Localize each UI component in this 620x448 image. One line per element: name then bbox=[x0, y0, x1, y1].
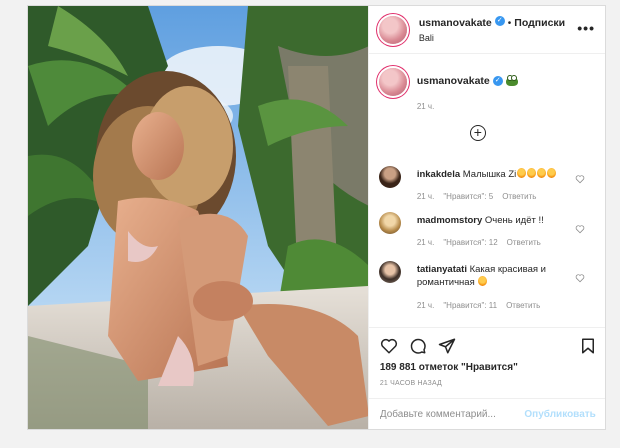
commenter-avatar[interactable] bbox=[378, 261, 401, 283]
author-info: usmanovakate ✓ • Подписки Bali bbox=[419, 15, 565, 45]
post-actions: 189 881 отметок "Нравится" 21 ЧАСОВ НАЗА… bbox=[368, 327, 605, 429]
comment-text: Очень идёт !! bbox=[484, 215, 544, 226]
comment-icon[interactable] bbox=[409, 337, 427, 355]
smile-emoji-icon bbox=[478, 276, 488, 286]
frog-emoji-icon bbox=[505, 74, 518, 86]
commenter-username[interactable]: inkakdela bbox=[417, 169, 460, 180]
reply-button[interactable]: Ответить bbox=[502, 192, 536, 201]
more-options-icon[interactable]: ••• bbox=[577, 20, 595, 36]
comment-time: 21 ч. bbox=[416, 238, 435, 247]
reply-button[interactable]: Ответить bbox=[506, 301, 540, 310]
caption-avatar[interactable] bbox=[378, 68, 407, 96]
author-username[interactable]: usmanovakate bbox=[419, 17, 492, 29]
author-avatar[interactable] bbox=[378, 15, 407, 44]
post-photo-image bbox=[28, 6, 368, 429]
reply-button[interactable]: Ответить bbox=[507, 238, 541, 247]
comment-likes[interactable]: "Нравится": 12 bbox=[443, 238, 497, 247]
like-count[interactable]: 189 881 отметок "Нравится" bbox=[380, 362, 518, 373]
add-comment-input[interactable] bbox=[379, 409, 520, 420]
post-photo[interactable] bbox=[28, 6, 368, 429]
comment-like-icon[interactable] bbox=[575, 224, 585, 234]
comment-body: tatianyatati Какая красивая и романтична… bbox=[417, 263, 577, 289]
comment-time: 21 ч. bbox=[416, 192, 435, 201]
add-comment-row: Опубликовать bbox=[368, 398, 605, 429]
verified-icon: ✓ bbox=[492, 76, 503, 87]
commenter-avatar[interactable] bbox=[378, 166, 401, 188]
comment-like-icon[interactable] bbox=[575, 174, 585, 184]
publish-button[interactable]: Опубликовать bbox=[524, 409, 595, 420]
fire-emoji-icon bbox=[547, 168, 557, 178]
post-header: usmanovakate ✓ • Подписки Bali ••• bbox=[368, 6, 605, 54]
fire-emoji-icon bbox=[517, 168, 527, 178]
separator-dot: • bbox=[507, 17, 512, 29]
comment-text: Малышка Zi bbox=[462, 169, 517, 180]
add-circle-icon[interactable]: + bbox=[469, 125, 486, 141]
commenter-username[interactable]: madmomstory bbox=[417, 215, 482, 226]
comment-body: madmomstory Очень идёт !! bbox=[417, 214, 577, 227]
caption-time: 21 ч. bbox=[416, 102, 435, 111]
comment-like-icon[interactable] bbox=[575, 273, 585, 283]
location-link[interactable]: Bali bbox=[419, 31, 565, 45]
verified-icon: ✓ bbox=[494, 16, 505, 27]
comment-body: inkakdela Малышка Zi bbox=[417, 168, 577, 181]
post-timestamp: 21 ЧАСОВ НАЗАД bbox=[379, 380, 442, 387]
instagram-post: usmanovakate ✓ • Подписки Bali ••• usmanova… bbox=[27, 5, 606, 430]
comment-meta: 21 ч. "Нравится": 5 Ответить bbox=[417, 192, 546, 201]
save-icon[interactable] bbox=[579, 337, 597, 355]
fire-emoji-icon bbox=[537, 168, 547, 178]
commenter-avatar[interactable] bbox=[378, 212, 401, 234]
share-icon[interactable] bbox=[438, 337, 456, 355]
comment-time: 21 ч. bbox=[416, 301, 435, 310]
caption-username: usmanovakate ✓ bbox=[417, 74, 518, 87]
comment-likes[interactable]: "Нравится": 5 bbox=[443, 192, 493, 201]
comment-meta: 21 ч. "Нравится": 12 Ответить bbox=[417, 238, 550, 247]
heart-icon[interactable] bbox=[380, 337, 398, 355]
caption-username-text[interactable]: usmanovakate bbox=[417, 75, 490, 87]
post-sidebar: usmanovakate ✓ • Подписки Bali ••• usmanova… bbox=[367, 6, 605, 429]
comment-meta: 21 ч. "Нравится": 11 Ответить bbox=[417, 301, 549, 310]
comment-likes[interactable]: "Нравится": 11 bbox=[443, 301, 497, 310]
follow-button[interactable]: Подписки bbox=[514, 17, 565, 29]
fire-emoji-icon bbox=[527, 168, 537, 178]
commenter-username[interactable]: tatianyatati bbox=[417, 264, 467, 275]
